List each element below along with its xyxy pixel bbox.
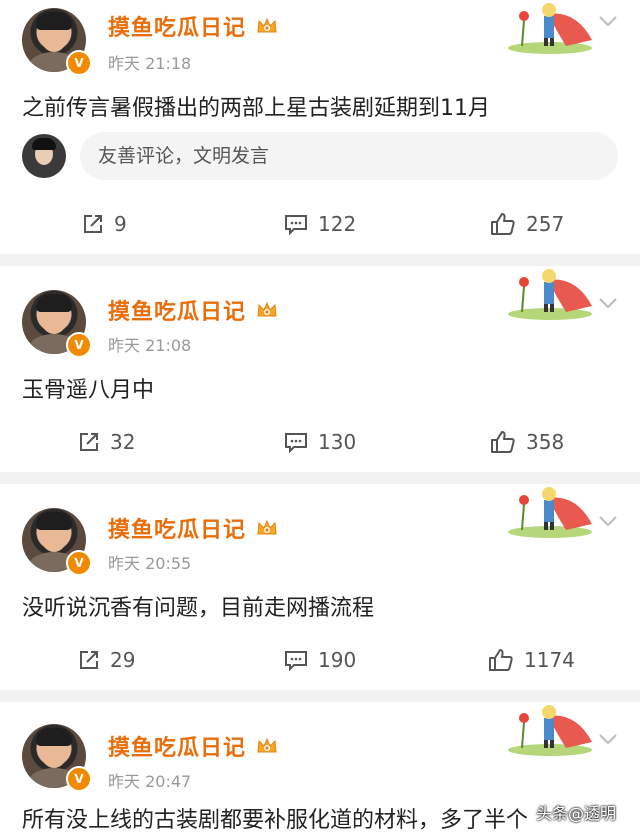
comment-icon	[285, 433, 307, 453]
repost-count: 9	[114, 212, 127, 236]
comment-count: 130	[318, 430, 357, 454]
post-time: 昨天 21:08	[108, 336, 192, 355]
little-prince-decoration	[508, 3, 592, 54]
post-actions: 32 130 358	[0, 422, 640, 462]
crown-icon	[257, 519, 277, 535]
username[interactable]: 摸鱼吃瓜日记	[108, 10, 246, 42]
comment-bar: 友善评论，文明发言	[22, 132, 618, 180]
repost-count: 32	[110, 430, 136, 454]
repost-icon	[80, 433, 98, 451]
verified-badge: V	[66, 766, 92, 792]
little-prince-decoration	[508, 705, 592, 756]
post-content: 玉骨遥八月中	[22, 378, 155, 403]
post-content: 所有没上线的古装剧都要补服化道的材料，多了半个	[22, 808, 529, 833]
post-time: 昨天 20:55	[108, 554, 192, 573]
repost-button[interactable]: 32	[78, 422, 135, 462]
comment-count: 122	[318, 212, 357, 236]
verified-badge: V	[66, 332, 92, 358]
post-time: 昨天 20:47	[108, 772, 192, 791]
post-actions: 29 190 1174	[0, 640, 640, 680]
username[interactable]: 摸鱼吃瓜日记	[108, 294, 246, 326]
weibo-post-2: V 摸鱼吃瓜日记 昨天 21:08 玉骨遥八月中 32 130 358	[0, 266, 640, 472]
comment-icon	[285, 215, 307, 235]
verified-badge: V	[66, 550, 92, 576]
comment-input[interactable]: 友善评论，文明发言	[80, 132, 618, 180]
repost-button[interactable]: 9	[82, 204, 127, 244]
like-button[interactable]: 1174	[488, 640, 575, 680]
repost-count: 29	[110, 648, 136, 672]
chevron-down-icon[interactable]	[598, 732, 618, 746]
repost-icon	[84, 215, 102, 233]
post-time: 昨天 21:18	[108, 54, 192, 73]
chevron-down-icon[interactable]	[598, 514, 618, 528]
like-count: 358	[526, 430, 565, 454]
watermark: 头条@透明	[536, 804, 617, 823]
comment-button[interactable]: 122	[284, 204, 356, 244]
little-prince-decoration	[508, 487, 592, 538]
post-content: 没听说沉香有问题，目前走网播流程	[22, 596, 375, 621]
username[interactable]: 摸鱼吃瓜日记	[108, 730, 246, 762]
post-content: 之前传言暑假播出的两部上星古装剧延期到11月	[22, 96, 490, 121]
my-avatar	[22, 134, 66, 178]
weibo-post-1: V 摸鱼吃瓜日记 昨天 21:18 之前传言暑假播出的两部上星古装剧延期到11月…	[0, 0, 640, 254]
post-actions: 9 122 257	[0, 204, 640, 244]
repost-icon	[80, 651, 98, 669]
like-icon	[489, 649, 513, 671]
crown-icon	[257, 301, 277, 317]
repost-button[interactable]: 29	[78, 640, 135, 680]
like-button[interactable]: 257	[490, 204, 564, 244]
chevron-down-icon[interactable]	[598, 296, 618, 310]
little-prince-decoration	[508, 269, 592, 320]
verified-badge: V	[66, 50, 92, 76]
crown-icon	[257, 737, 277, 753]
username[interactable]: 摸鱼吃瓜日记	[108, 512, 246, 544]
like-count: 1174	[524, 648, 575, 672]
like-count: 257	[526, 212, 565, 236]
like-icon	[491, 213, 515, 235]
comment-count: 190	[318, 648, 357, 672]
like-button[interactable]: 358	[490, 422, 564, 462]
like-icon	[491, 431, 515, 453]
crown-icon	[257, 17, 277, 33]
comment-button[interactable]: 190	[284, 640, 356, 680]
comment-icon	[285, 651, 307, 671]
chevron-down-icon[interactable]	[598, 14, 618, 28]
comment-button[interactable]: 130	[284, 422, 356, 462]
weibo-post-3: V 摸鱼吃瓜日记 昨天 20:55 没听说沉香有问题，目前走网播流程 29 19…	[0, 484, 640, 690]
